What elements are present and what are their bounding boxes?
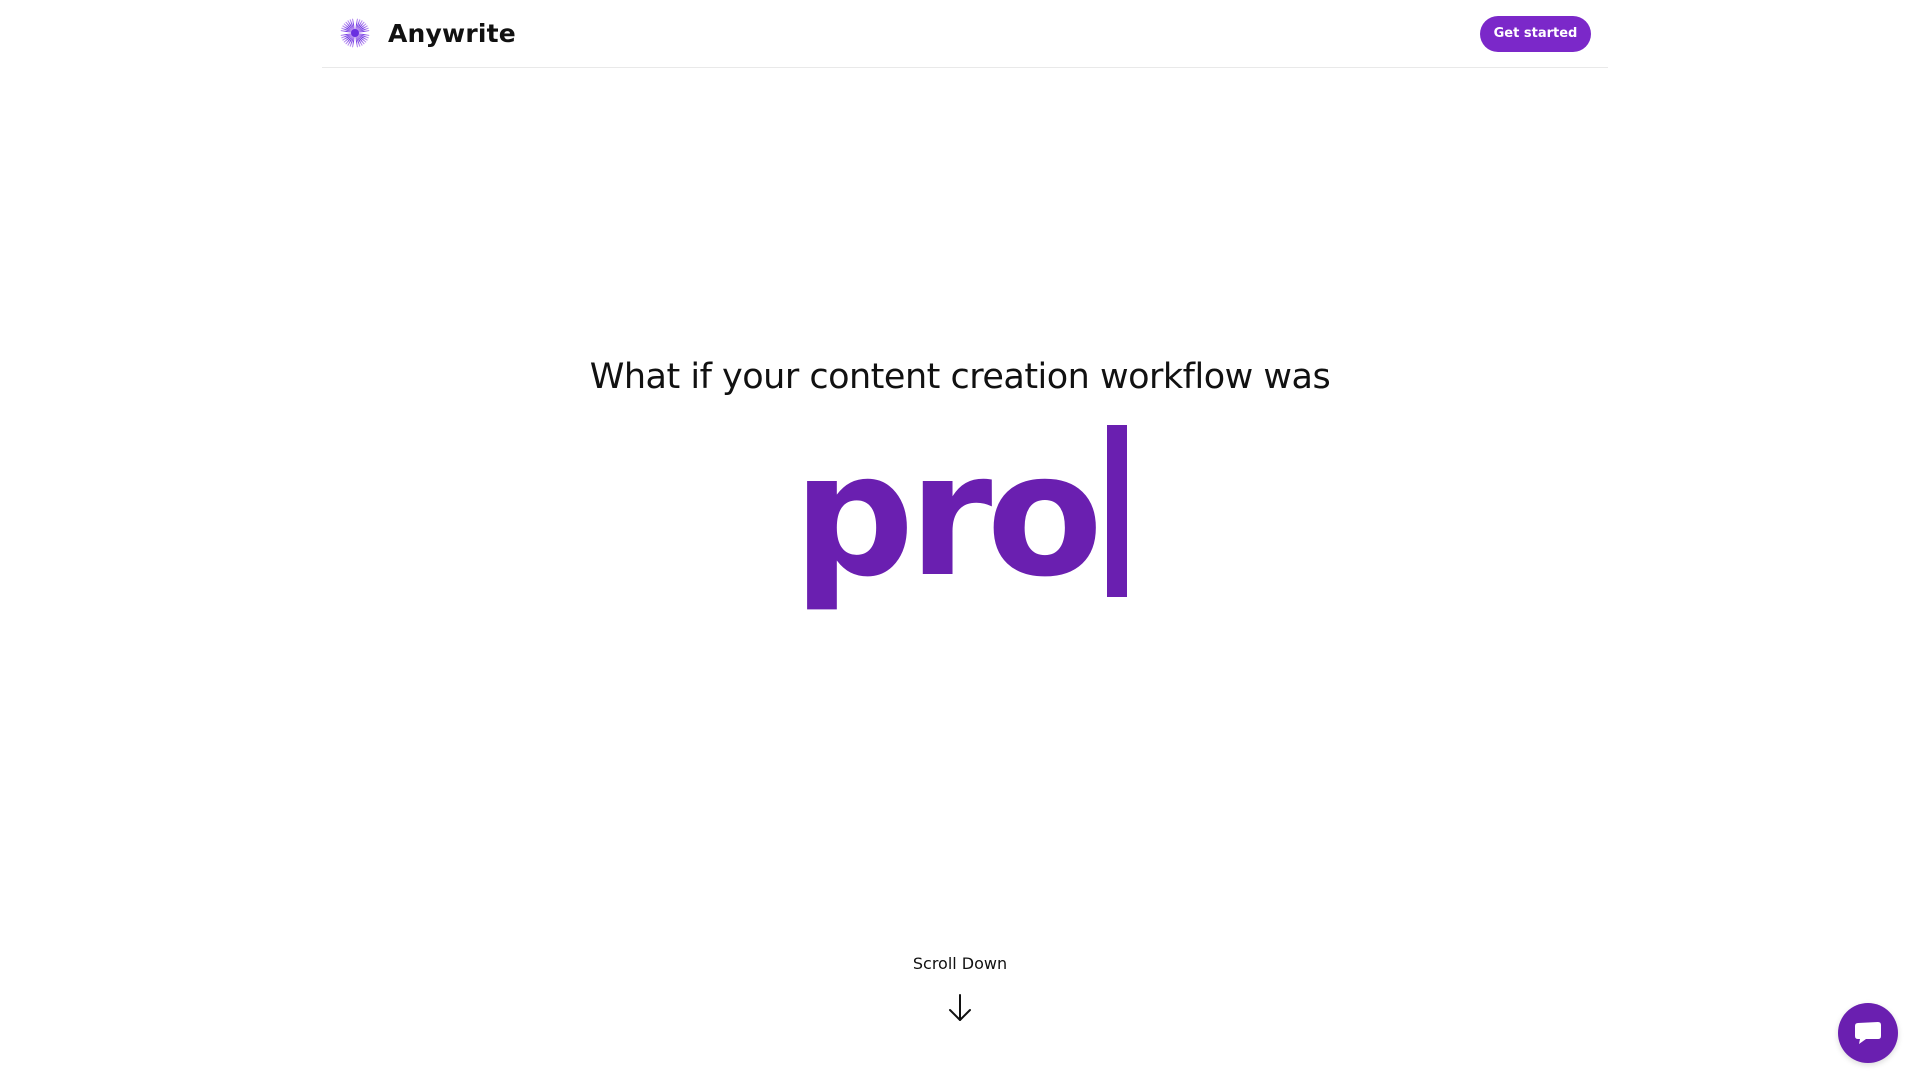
hero-heading: What if your content creation workflow w…: [589, 357, 1331, 397]
site-header: Anywrite Get started: [322, 0, 1608, 68]
brand-name: Anywrite: [388, 18, 516, 48]
chat-bubble-icon: [1855, 1022, 1881, 1044]
chat-widget-button[interactable]: [1838, 1003, 1898, 1063]
brand-logo[interactable]: Anywrite: [340, 18, 516, 48]
starburst-logo-icon: [340, 18, 370, 48]
scroll-down-label: Scroll Down: [912, 954, 1008, 973]
typed-headline: pro: [0, 425, 1920, 605]
scroll-down-hint[interactable]: Scroll Down: [0, 954, 1920, 1023]
get-started-button[interactable]: Get started: [1480, 16, 1591, 52]
text-caret-icon: [1107, 425, 1128, 597]
arrow-down-icon: [949, 994, 971, 1021]
typed-word: pro: [792, 417, 1103, 615]
